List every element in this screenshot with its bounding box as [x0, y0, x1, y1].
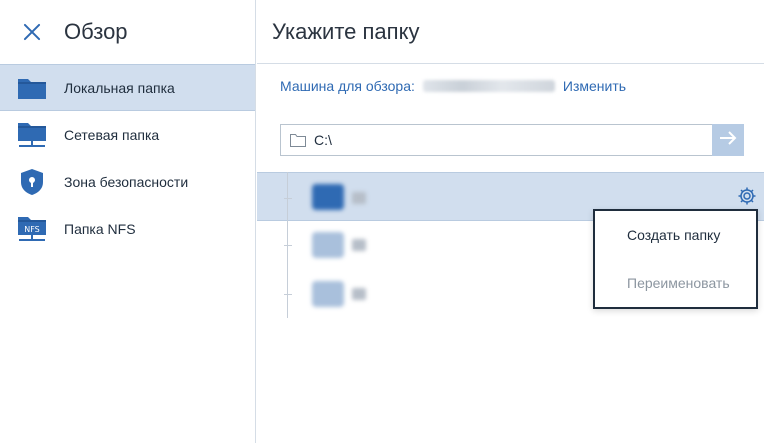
machine-name-redacted — [422, 80, 555, 92]
create-folder-menu-item[interactable]: Создать папку — [595, 211, 756, 259]
nfs-folder-icon: NFS — [17, 215, 47, 243]
svg-text:NFS: NFS — [24, 225, 40, 234]
sidebar: Обзор Локальная папка Сетевая папка Зона… — [0, 0, 256, 443]
shield-lock-icon — [17, 168, 47, 196]
sidebar-item-nfs-folder[interactable]: NFS Папка NFS — [0, 205, 255, 252]
drive-icon — [312, 281, 344, 307]
sidebar-title: Обзор — [64, 19, 128, 44]
sidebar-item-label: Зона безопасности — [64, 173, 189, 190]
tree-tick — [284, 294, 292, 295]
sidebar-item-label: Папка NFS — [64, 220, 136, 237]
drive-label-redacted — [352, 239, 366, 251]
drive-icon — [312, 232, 344, 258]
sidebar-header: Обзор — [0, 0, 255, 64]
sidebar-item-label: Локальная папка — [64, 79, 175, 96]
machine-row: Машина для обзора: Изменить — [280, 78, 626, 94]
tree-tick — [284, 198, 292, 199]
folder-outline-icon — [290, 133, 306, 147]
arrow-right-icon — [719, 130, 737, 151]
sidebar-item-local-folder[interactable]: Локальная папка — [0, 64, 255, 111]
sidebar-item-label: Сетевая папка — [64, 126, 160, 143]
drive-icon — [312, 184, 344, 210]
sidebar-item-secure-zone[interactable]: Зона безопасности — [0, 158, 255, 205]
gear-icon[interactable] — [737, 186, 757, 206]
path-field[interactable] — [280, 124, 713, 156]
rename-menu-item[interactable]: Переименовать — [595, 259, 756, 307]
go-button[interactable] — [712, 124, 744, 156]
context-menu: Создать папку Переименовать — [593, 209, 758, 309]
tree-tick — [284, 245, 292, 246]
drive-label-redacted — [352, 192, 366, 204]
folder-icon — [17, 74, 47, 102]
drive-label-redacted — [352, 288, 366, 300]
machine-label: Машина для обзора: — [280, 78, 415, 94]
path-input[interactable] — [314, 132, 694, 148]
change-machine-link[interactable]: Изменить — [563, 78, 626, 94]
network-folder-icon — [17, 121, 47, 149]
sidebar-item-network-folder[interactable]: Сетевая папка — [0, 111, 255, 158]
page-title: Укажите папку — [257, 0, 764, 64]
close-icon[interactable] — [20, 20, 44, 44]
